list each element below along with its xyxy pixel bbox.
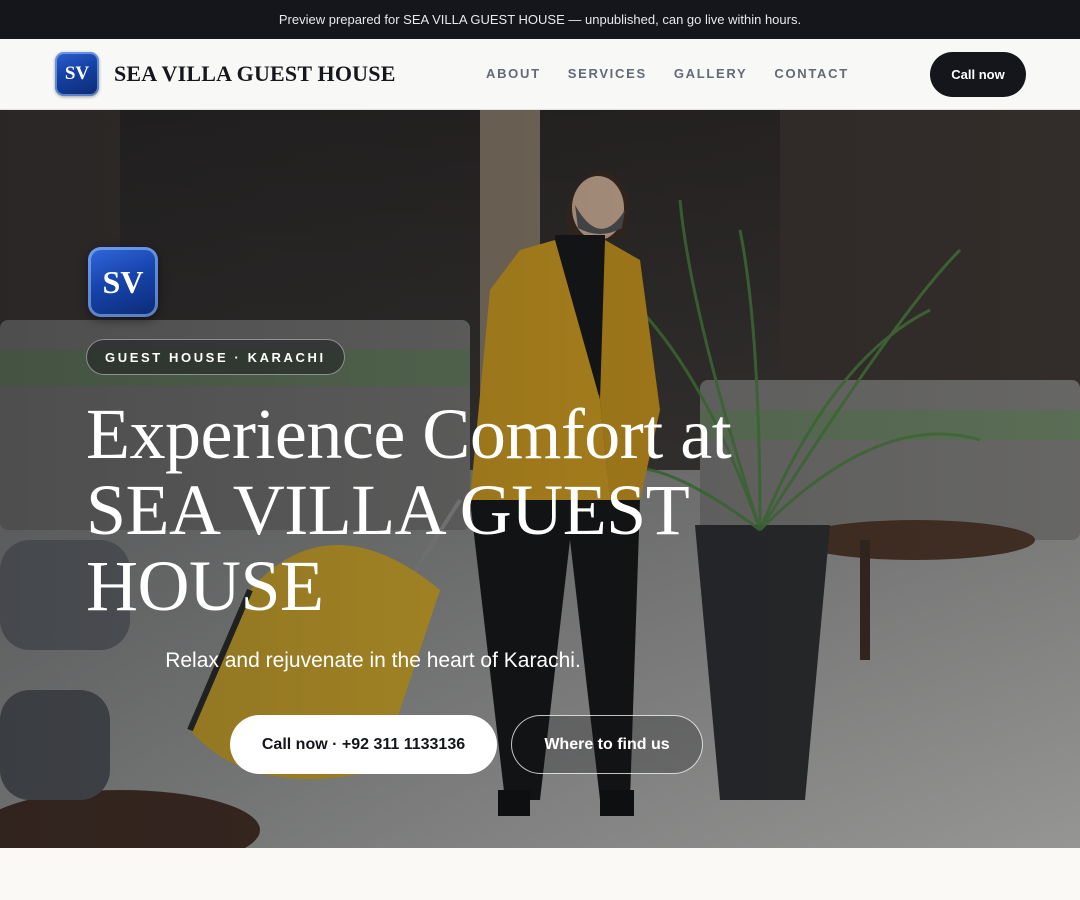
hero-section: SV GUEST HOUSE · KARACHI Experience Comf… bbox=[0, 110, 1080, 848]
hero-call-button[interactable]: Call now · +92 311 1133136 bbox=[230, 715, 497, 774]
site-header: SV SEA VILLA GUEST HOUSE ABOUT SERVICES … bbox=[0, 39, 1080, 110]
nav-about[interactable]: ABOUT bbox=[486, 66, 541, 81]
nav-services[interactable]: SERVICES bbox=[568, 66, 647, 81]
hero-subtitle: Relax and rejuvenate in the heart of Kar… bbox=[165, 649, 581, 672]
hero-logo-text: SV bbox=[102, 263, 144, 300]
preview-banner-text: Preview prepared for SEA VILLA GUEST HOU… bbox=[278, 12, 802, 27]
hero-title: Experience Comfort at SEA VILLA GUEST HO… bbox=[86, 394, 732, 626]
brand-name[interactable]: SEA VILLA GUEST HOUSE bbox=[114, 61, 396, 87]
hero-eyebrow-badge: GUEST HOUSE · KARACHI bbox=[86, 339, 345, 375]
logo[interactable]: SV bbox=[55, 52, 99, 96]
logo-text: SV bbox=[64, 63, 90, 84]
main-nav: ABOUT SERVICES GALLERY CONTACT bbox=[486, 66, 849, 81]
preview-banner: Preview prepared for SEA VILLA GUEST HOU… bbox=[0, 0, 1080, 39]
header-call-button[interactable]: Call now bbox=[930, 52, 1026, 97]
nav-gallery[interactable]: GALLERY bbox=[674, 66, 748, 81]
hero-logo: SV bbox=[88, 247, 158, 317]
nav-contact[interactable]: CONTACT bbox=[774, 66, 848, 81]
hero-location-button[interactable]: Where to find us bbox=[511, 715, 703, 774]
